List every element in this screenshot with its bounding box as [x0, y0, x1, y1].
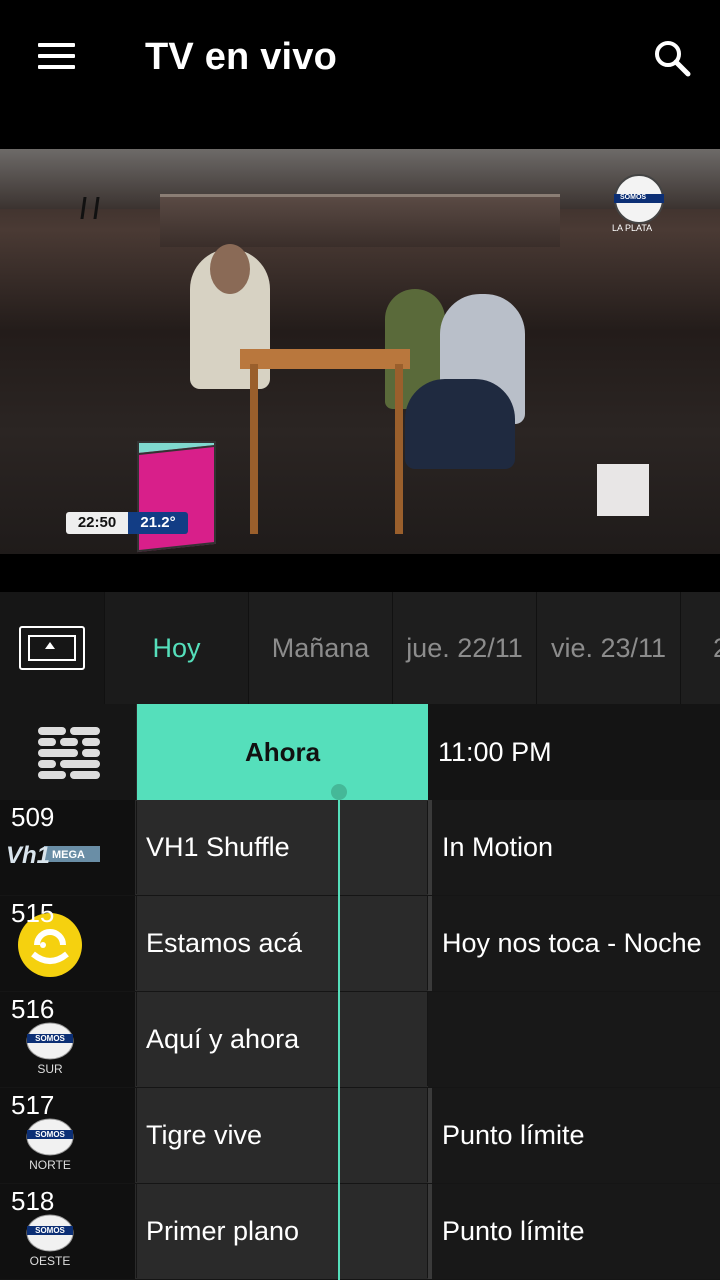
- svg-text:SOMOS: SOMOS: [35, 1130, 65, 1139]
- day-tab-tomorrow[interactable]: Mañana: [249, 592, 393, 704]
- video-player[interactable]: 22:50 21.2° SOMOS LA PLATA: [0, 149, 720, 554]
- program-now[interactable]: VH1 Shuffle: [137, 800, 427, 895]
- channel-cell[interactable]: 517 SOMOS NORTE: [0, 1088, 136, 1183]
- overlay-time: 22:50: [66, 512, 128, 534]
- channel-number: 516: [11, 994, 55, 1024]
- table: [240, 349, 410, 369]
- svg-text:SOMOS: SOMOS: [35, 1034, 65, 1043]
- search-icon[interactable]: [652, 38, 692, 78]
- day-selector: Hoy Mañana jue. 22/11 vie. 23/11 2: [0, 592, 720, 704]
- day-tab-fri[interactable]: vie. 23/11: [537, 592, 681, 704]
- program-next[interactable]: Hoy nos toca - Noche: [428, 896, 720, 991]
- next-time-header: 11:00 PM: [438, 736, 552, 767]
- cast-button[interactable]: [0, 592, 105, 704]
- overlay-temperature: 21.2°: [128, 512, 188, 534]
- svg-text:SOMOS: SOMOS: [35, 1226, 65, 1235]
- current-time-line: [338, 800, 340, 1280]
- somos-logo: SOMOS: [26, 1022, 74, 1060]
- channel-logo-sub: NORTE: [29, 1158, 71, 1172]
- somos-logo: SOMOS: [26, 1118, 74, 1156]
- program-now[interactable]: Tigre vive: [137, 1088, 427, 1183]
- now-column-header: Ahora: [137, 704, 428, 800]
- screen-icon: [19, 626, 85, 670]
- grid-icon: [38, 727, 100, 779]
- vh1-logo: Vh1 MEGA: [6, 842, 100, 866]
- channel-cell[interactable]: 518 SOMOS OESTE: [0, 1184, 136, 1279]
- channel-number: 515: [11, 898, 55, 928]
- channel-row[interactable]: 509 Vh1 MEGA VH1 Shuffle In Motion: [0, 800, 720, 895]
- program-now[interactable]: Aquí y ahora: [137, 992, 427, 1087]
- day-tab-thu[interactable]: jue. 22/11: [393, 592, 537, 704]
- channel-cell[interactable]: 515: [0, 896, 136, 991]
- page-title: TV en vivo: [145, 36, 338, 78]
- ribbon-icon: [80, 197, 100, 219]
- channel-row[interactable]: 517 SOMOS NORTE Tigre vive Punto límite: [0, 1088, 720, 1183]
- program-guide: Ahora 11:00 PM 509 Vh1 MEGA VH1 Shuffle …: [0, 704, 720, 1280]
- channel-row[interactable]: 515 Estamos acá Hoy nos toca - Noche: [0, 896, 720, 991]
- program-now[interactable]: Estamos acá: [137, 896, 427, 991]
- program-next[interactable]: Punto límite: [428, 1088, 720, 1183]
- guide-header: Ahora 11:00 PM: [0, 704, 720, 801]
- app-bar: TV en vivo: [0, 0, 720, 118]
- channel-logo-sub: LA PLATA: [612, 223, 653, 233]
- channel-logo-sub: SUR: [37, 1062, 63, 1076]
- current-time-marker: [331, 784, 347, 800]
- grid-view-button[interactable]: [0, 704, 137, 800]
- channel-number: 517: [11, 1090, 55, 1120]
- day-tab-next[interactable]: 2: [681, 592, 720, 704]
- channel-row[interactable]: 518 SOMOS OESTE Primer plano Punto límit…: [0, 1184, 720, 1279]
- channel-number: 509: [11, 802, 55, 832]
- channel-logo-text: SOMOS: [620, 194, 647, 201]
- channel-row[interactable]: 516 SOMOS SUR Aquí y ahora: [0, 992, 720, 1087]
- channel-cell[interactable]: 516 SOMOS SUR: [0, 992, 136, 1087]
- menu-icon[interactable]: [38, 43, 75, 69]
- channel-logo-sub: OESTE: [29, 1254, 71, 1268]
- svg-text:Vh1: Vh1: [6, 842, 50, 866]
- program-next[interactable]: Punto límite: [428, 1184, 720, 1279]
- svg-text:MEGA: MEGA: [52, 849, 85, 861]
- channel-cell[interactable]: 509 Vh1 MEGA: [0, 800, 136, 895]
- program-next[interactable]: [428, 992, 720, 1087]
- program-now[interactable]: Primer plano: [137, 1184, 427, 1279]
- channel-number: 518: [11, 1186, 55, 1216]
- somos-logo: SOMOS: [26, 1214, 74, 1252]
- program-next[interactable]: In Motion: [428, 800, 720, 895]
- day-tab-today[interactable]: Hoy: [105, 592, 249, 704]
